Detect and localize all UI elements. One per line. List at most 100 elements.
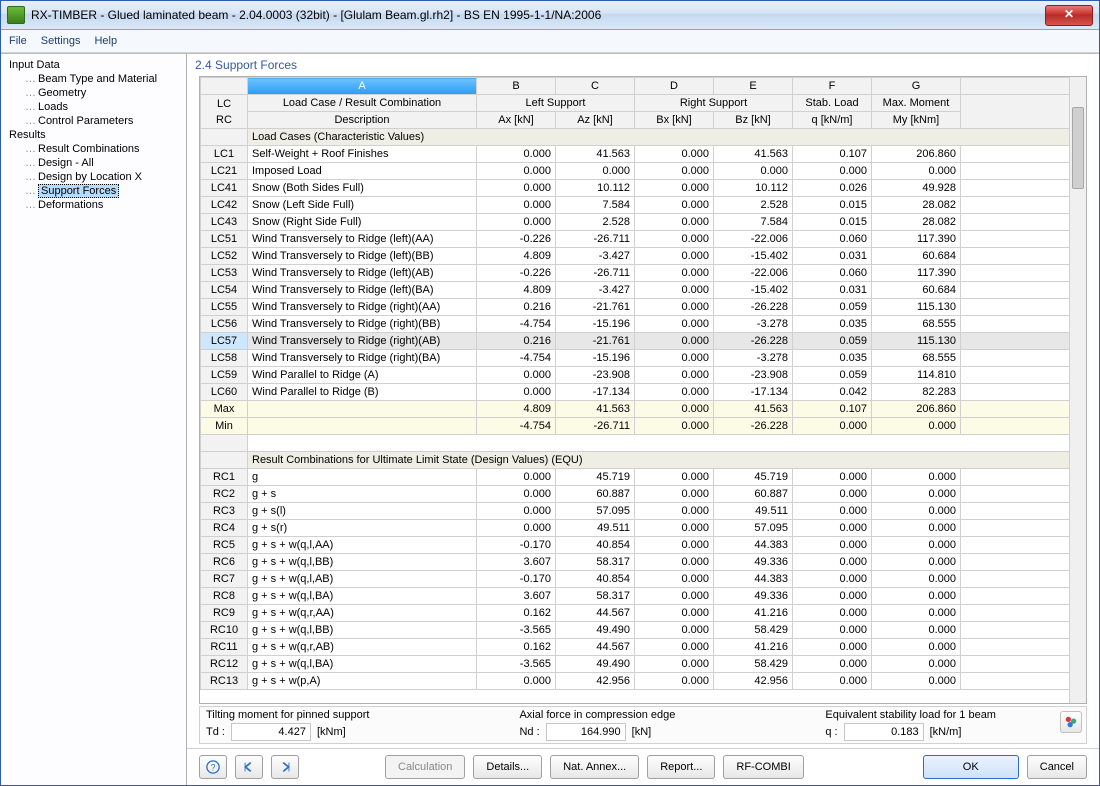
details-button[interactable]: Details... xyxy=(473,755,542,779)
footer-bar: ? Calculation Details... Nat. Annex... R… xyxy=(187,748,1099,785)
prev-button[interactable] xyxy=(235,755,263,779)
col-letter[interactable]: A xyxy=(248,78,477,95)
app-window: RX-TIMBER - Glued laminated beam - 2.04.… xyxy=(0,0,1100,786)
summary-td-title: Tilting moment for pinned support xyxy=(206,709,369,721)
table-row[interactable]: RC2g + s0.00060.8870.00060.8870.0000.000 xyxy=(201,486,1086,503)
table-row-min[interactable]: Min-4.754-26.7110.000-26.2280.0000.000 xyxy=(201,418,1086,435)
table-row[interactable]: RC3g + s(l)0.00057.0950.00049.5110.0000.… xyxy=(201,503,1086,520)
summary-nd-title: Axial force in compression edge xyxy=(519,709,675,721)
table-row[interactable]: LC60Wind Parallel to Ridge (B)0.000-17.1… xyxy=(201,384,1086,401)
col-letter[interactable]: D xyxy=(635,78,714,95)
window-title: RX-TIMBER - Glued laminated beam - 2.04.… xyxy=(31,8,1045,22)
tree-item[interactable]: Result Combinations xyxy=(1,142,186,156)
table-row[interactable]: LC54Wind Transversely to Ridge (left)(BA… xyxy=(201,282,1086,299)
next-button[interactable] xyxy=(271,755,299,779)
col-letter[interactable]: C xyxy=(556,78,635,95)
table-row[interactable]: RC13g + s + w(p,A)0.00042.9560.00042.956… xyxy=(201,673,1086,690)
table-row[interactable]: LC55Wind Transversely to Ridge (right)(A… xyxy=(201,299,1086,316)
hdr-stab: Stab. Load xyxy=(793,95,872,112)
table-row[interactable]: LC43Snow (Right Side Full)0.0002.5280.00… xyxy=(201,214,1086,231)
table-row[interactable]: RC6g + s + w(q,l,BB)3.60758.3170.00049.3… xyxy=(201,554,1086,571)
menu-settings[interactable]: Settings xyxy=(41,35,81,47)
table-row[interactable]: RC11g + s + w(q,r,AB)0.16244.5670.00041.… xyxy=(201,639,1086,656)
close-button[interactable]: ✕ xyxy=(1045,5,1093,26)
header-row-1: LCRCLoad Case / Result CombinationLeft S… xyxy=(201,95,1086,112)
summary-bar: Tilting moment for pinned support Td : [… xyxy=(199,706,1087,744)
rf-combi-button[interactable]: RF-COMBI xyxy=(723,755,803,779)
tree-item[interactable]: Control Parameters xyxy=(1,114,186,128)
menu-help[interactable]: Help xyxy=(94,35,117,47)
table-row[interactable]: RC1g0.00045.7190.00045.7190.0000.000 xyxy=(201,469,1086,486)
cancel-button[interactable]: Cancel xyxy=(1027,755,1087,779)
summary-nd-value[interactable] xyxy=(546,723,626,741)
summary-q-unit: [kN/m] xyxy=(930,726,962,738)
hdr-right-support: Right Support xyxy=(635,95,793,112)
col-letter[interactable]: E xyxy=(714,78,793,95)
section-row: Load Cases (Characteristic Values) xyxy=(201,129,1086,146)
table-row[interactable]: LC57Wind Transversely to Ridge (right)(A… xyxy=(201,333,1086,350)
col-letter[interactable]: G xyxy=(872,78,961,95)
col-letter[interactable]: B xyxy=(477,78,556,95)
table-row[interactable]: RC9g + s + w(q,r,AA)0.16244.5670.00041.2… xyxy=(201,605,1086,622)
summary-nd-unit: [kN] xyxy=(632,726,652,738)
tree-item[interactable]: Beam Type and Material xyxy=(1,72,186,86)
panel-title: 2.4 Support Forces xyxy=(187,54,1099,76)
tree-group[interactable]: Results xyxy=(1,128,186,142)
table-row[interactable]: LC58Wind Transversely to Ridge (right)(B… xyxy=(201,350,1086,367)
table-row[interactable]: LC51Wind Transversely to Ridge (left)(AA… xyxy=(201,231,1086,248)
table-row[interactable]: RC12g + s + w(q,l,BA)-3.56549.4900.00058… xyxy=(201,656,1086,673)
summary-settings-icon[interactable] xyxy=(1060,711,1082,733)
hdr-rc: LCRC xyxy=(201,95,248,129)
col-letter[interactable]: F xyxy=(793,78,872,95)
tree-item[interactable]: Deformations xyxy=(1,198,186,212)
hdr-left-support: Left Support xyxy=(477,95,635,112)
summary-q-symbol: q : xyxy=(825,726,837,738)
table-row[interactable]: LC59Wind Parallel to Ridge (A)0.000-23.9… xyxy=(201,367,1086,384)
tree-item[interactable]: Support Forces xyxy=(1,184,186,198)
table-row[interactable]: LC52Wind Transversely to Ridge (left)(BB… xyxy=(201,248,1086,265)
table-row[interactable]: RC5g + s + w(q,l,AA)-0.17040.8540.00044.… xyxy=(201,537,1086,554)
tree-item[interactable]: Geometry xyxy=(1,86,186,100)
help-button[interactable]: ? xyxy=(199,755,227,779)
col-letter-row: ABCDEFG xyxy=(201,78,1086,95)
table-row[interactable]: LC42Snow (Left Side Full)0.0007.5840.000… xyxy=(201,197,1086,214)
table-row[interactable]: LC53Wind Transversely to Ridge (left)(AB… xyxy=(201,265,1086,282)
titlebar: RX-TIMBER - Glued laminated beam - 2.04.… xyxy=(1,1,1099,30)
table-row[interactable]: RC4g + s(r)0.00049.5110.00057.0950.0000.… xyxy=(201,520,1086,537)
spacer-row xyxy=(201,435,1086,452)
main-panel: 2.4 Support Forces ABCDEFGLCRCLoad Case … xyxy=(187,54,1099,785)
summary-td-value[interactable] xyxy=(231,723,311,741)
app-icon xyxy=(7,6,25,24)
summary-td-symbol: Td : xyxy=(206,726,225,738)
hdr-moment: Max. Moment xyxy=(872,95,961,112)
tree-group[interactable]: Input Data xyxy=(1,58,186,72)
tree-item[interactable]: Design by Location X xyxy=(1,170,186,184)
table-row[interactable]: RC8g + s + w(q,l,BA)3.60758.3170.00049.3… xyxy=(201,588,1086,605)
calculation-button[interactable]: Calculation xyxy=(385,755,465,779)
tree-item[interactable]: Loads xyxy=(1,100,186,114)
table-row[interactable]: LC41Snow (Both Sides Full)0.00010.1120.0… xyxy=(201,180,1086,197)
results-grid[interactable]: ABCDEFGLCRCLoad Case / Result Combinatio… xyxy=(199,76,1087,704)
summary-q-value[interactable] xyxy=(844,723,924,741)
ok-button[interactable]: OK xyxy=(923,755,1019,779)
hdr-a: Load Case / Result Combination xyxy=(248,95,477,112)
menubar: File Settings Help xyxy=(1,30,1099,53)
nat-annex-button[interactable]: Nat. Annex... xyxy=(550,755,639,779)
section-row: Result Combinations for Ultimate Limit S… xyxy=(201,452,1086,469)
tree-item[interactable]: Design - All xyxy=(1,156,186,170)
menu-file[interactable]: File xyxy=(9,35,27,47)
summary-q-title: Equivalent stability load for 1 beam xyxy=(825,709,996,721)
report-button[interactable]: Report... xyxy=(647,755,715,779)
header-row-2: DescriptionAx [kN]Az [kN]Bx [kN]Bz [kN]q… xyxy=(201,112,1086,129)
summary-td-unit: [kNm] xyxy=(317,726,346,738)
vertical-scrollbar[interactable] xyxy=(1069,77,1086,703)
table-row[interactable]: RC10g + s + w(q,l,BB)-3.56549.4900.00058… xyxy=(201,622,1086,639)
table-row-max[interactable]: Max4.80941.5630.00041.5630.107206.860 xyxy=(201,401,1086,418)
table-row[interactable]: LC1Self-Weight + Roof Finishes0.00041.56… xyxy=(201,146,1086,163)
navigator-tree[interactable]: Input DataBeam Type and MaterialGeometry… xyxy=(1,54,187,785)
table-row[interactable]: LC21Imposed Load0.0000.0000.0000.0000.00… xyxy=(201,163,1086,180)
summary-nd-symbol: Nd : xyxy=(519,726,539,738)
table-row[interactable]: RC7g + s + w(q,l,AB)-0.17040.8540.00044.… xyxy=(201,571,1086,588)
table-row[interactable]: LC56Wind Transversely to Ridge (right)(B… xyxy=(201,316,1086,333)
svg-text:?: ? xyxy=(211,763,216,773)
